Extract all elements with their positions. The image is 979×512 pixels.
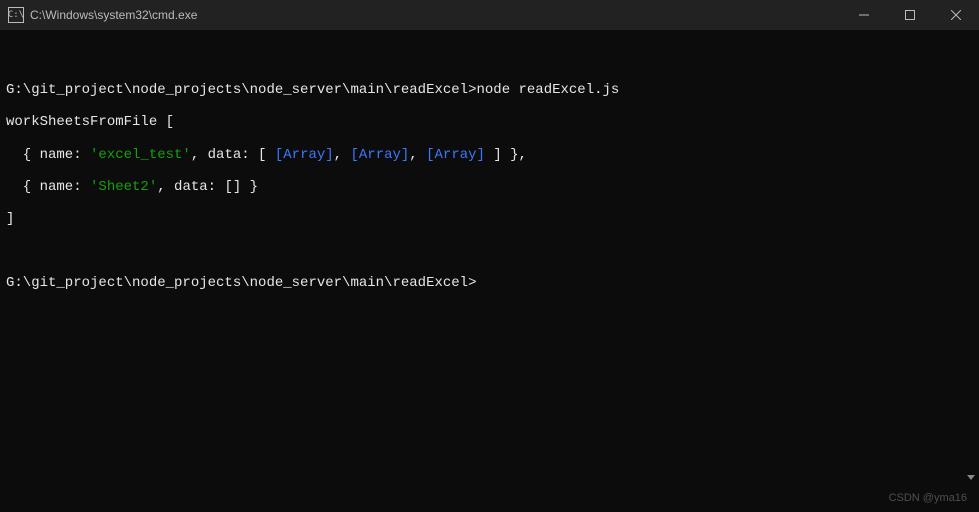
prompt-line-1: G:\git_project\node_projects\node_server… (6, 82, 973, 98)
minimize-icon (859, 10, 869, 20)
row2-name: 'Sheet2' (90, 179, 157, 195)
close-icon (951, 10, 961, 20)
row1-array1: [Array] (275, 147, 334, 163)
maximize-icon (905, 10, 915, 20)
close-button[interactable] (933, 0, 979, 30)
blank-line (6, 243, 973, 259)
output-open: workSheetsFromFile [ (6, 114, 973, 130)
row2-suffix: , data: [] } (157, 179, 258, 195)
terminal-output[interactable]: G:\git_project\node_projects\node_server… (0, 30, 979, 312)
prompt-line-2: G:\git_project\node_projects\node_server… (6, 275, 973, 291)
cmd-icon: C:\ (8, 7, 24, 23)
prompt-path: G:\git_project\node_projects\node_server… (6, 82, 476, 98)
row1-sep2: , (409, 147, 426, 163)
row1-mid: , data: [ (191, 147, 275, 163)
window-controls (841, 0, 979, 30)
maximize-button[interactable] (887, 0, 933, 30)
command-text: node readExcel.js (476, 82, 619, 98)
cmd-icon-glyph: C:\ (8, 10, 24, 20)
output-row-1: { name: 'excel_test', data: [ [Array], [… (6, 147, 973, 163)
prompt-path: G:\git_project\node_projects\node_server… (6, 275, 476, 291)
row2-prefix: { name: (6, 179, 90, 195)
row1-prefix: { name: (6, 147, 90, 163)
blank-line (6, 50, 973, 66)
window-title: C:\Windows\system32\cmd.exe (30, 8, 841, 22)
scroll-down-icon[interactable] (967, 475, 975, 480)
output-row-2: { name: 'Sheet2', data: [] } (6, 179, 973, 195)
watermark: CSDN @yma16 (889, 492, 967, 504)
minimize-button[interactable] (841, 0, 887, 30)
window-titlebar: C:\ C:\Windows\system32\cmd.exe (0, 0, 979, 30)
cursor (476, 277, 483, 291)
row1-array2: [Array] (350, 147, 409, 163)
row1-sep1: , (334, 147, 351, 163)
row1-suffix: ] }, (485, 147, 527, 163)
output-close: ] (6, 211, 973, 227)
row1-array3: [Array] (426, 147, 485, 163)
row1-name: 'excel_test' (90, 147, 191, 163)
